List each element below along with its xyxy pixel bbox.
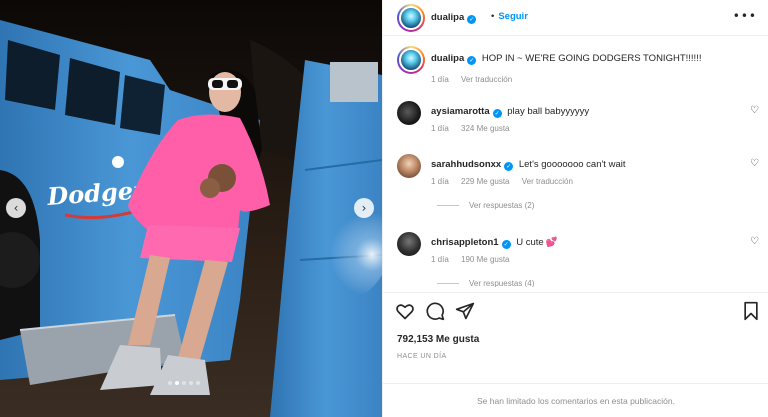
post-media[interactable]: Dodgers ‹ › [0,0,382,417]
comment-avatar[interactable] [397,232,421,256]
comment-time: 1 día [431,177,449,186]
view-replies-button[interactable]: Ver respuestas (4) [437,279,534,287]
verified-badge-icon: ✓ [467,15,477,24]
carousel-dot [196,381,200,385]
comment-likes[interactable]: 190 Me gusta [461,255,509,264]
author-username[interactable]: dualipa [431,12,464,23]
comment-username[interactable]: chrisappleton1 [431,237,499,248]
comment-like-heart-icon[interactable]: ♡ [750,236,759,247]
comment-item: sarahhudsonxx ✓ Let's gooooooo can't wait… [383,154,768,194]
post-timestamp[interactable]: HACE UN DÍA [397,353,447,360]
carousel-next-button[interactable]: › [354,198,374,218]
comment-avatar[interactable] [397,101,421,125]
comment-text: U cute [516,237,544,248]
share-icon[interactable] [455,301,475,321]
comment-username[interactable]: sarahhudsonxx [431,159,501,170]
comments-limited-note: Se han limitado los comentarios en esta … [477,396,675,406]
caption-author-avatar[interactable] [397,46,425,74]
comment-text: play ball babyyyyyy [507,106,590,117]
carousel-indicator [168,381,200,385]
more-options-icon[interactable]: ••• [733,9,757,23]
comments-limited-footer: Se han limitado los comentarios en esta … [383,383,768,417]
verified-badge-icon: ✓ [504,162,514,171]
post-side-panel: dualipa ✓ • Seguir ••• dualipa ✓ HOP IN ~ W… [382,0,768,417]
comment-text: Let's gooooooo can't wait [518,159,626,170]
carousel-dot [189,381,193,385]
separator-dot: • [491,11,495,22]
comment-avatar[interactable] [397,154,421,178]
hearts-emoji-icon: 💕 [545,237,558,248]
comment-translate-link[interactable]: Ver traducción [522,177,573,186]
instagram-post: Dodgers ‹ › dualipa ✓ • Seguir ••• duali… [0,0,768,417]
comment-time: 1 día [431,255,449,264]
comment-item: chrisappleton1 ✓ U cute 💕 1 día 190 Me gus… [383,232,768,272]
heart-icon[interactable] [395,301,415,321]
caption-username[interactable]: dualipa [431,53,464,64]
likes-count[interactable]: 792,153 Me gusta [397,334,479,345]
comment-time: 1 día [431,124,449,133]
carousel-dot [182,381,186,385]
bookmark-icon[interactable] [741,301,761,321]
follow-label[interactable]: Seguir [498,11,528,22]
comment-likes[interactable]: 229 Me gusta [461,177,509,186]
carousel-dot-active [175,381,179,385]
follow-button[interactable]: • Seguir [491,11,528,22]
comment-like-heart-icon[interactable]: ♡ [750,158,759,169]
comment-like-heart-icon[interactable]: ♡ [750,105,759,116]
comment-icon[interactable] [425,301,445,321]
verified-badge-icon: ✓ [501,240,511,249]
comment-likes[interactable]: 324 Me gusta [461,124,509,133]
comment-item: aysiamarotta ✓ play ball babyyyyyy 1 día … [383,101,768,141]
carousel-prev-button[interactable]: ‹ [6,198,26,218]
caption-time: 1 día [431,75,449,84]
caption-translate-link[interactable]: Ver traducción [461,75,512,84]
view-replies-label[interactable]: Ver respuestas (4) [469,279,534,287]
post-header: dualipa ✓ • Seguir ••• [383,0,768,36]
verified-badge-icon: ✓ [467,56,477,65]
verified-badge-icon: ✓ [492,109,502,118]
view-replies-button[interactable]: Ver respuestas (2) [437,201,534,210]
view-replies-label[interactable]: Ver respuestas (2) [469,201,534,210]
post-photo: Dodgers [0,0,382,417]
carousel-dot [168,381,172,385]
comment-username[interactable]: aysiamarotta [431,106,490,117]
caption-text: HOP IN ~ WE'RE GOING DODGERS TONIGHT!!!!… [481,53,702,64]
author-avatar[interactable] [397,4,425,32]
